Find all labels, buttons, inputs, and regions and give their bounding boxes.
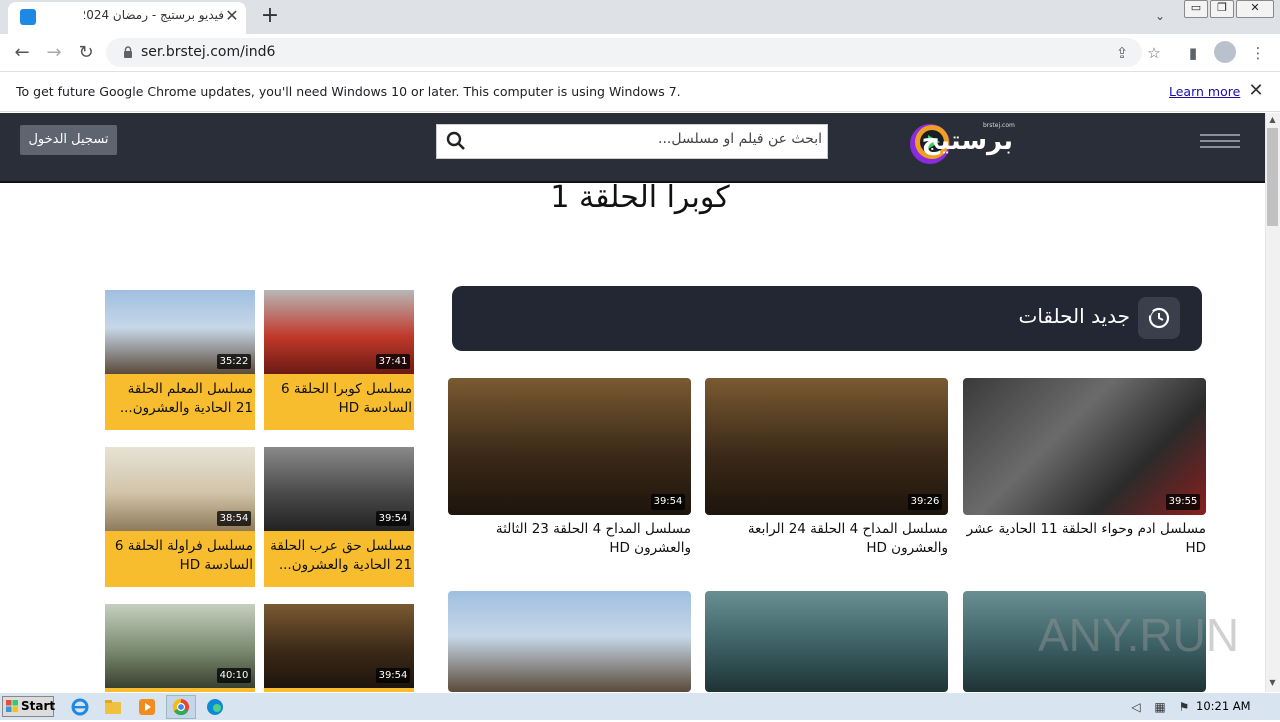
ie-icon[interactable] xyxy=(70,697,90,717)
learn-more-link[interactable]: Learn more xyxy=(1169,84,1240,100)
infobar-close-icon[interactable]: ✕ xyxy=(1246,81,1266,101)
sidebar-duration: 39:54 xyxy=(376,511,410,526)
sidebar-duration: 39:54 xyxy=(376,668,410,683)
share-icon[interactable]: ⇪ xyxy=(1112,44,1132,62)
back-arrow-icon[interactable]: ← xyxy=(10,42,34,64)
taskbar-clock: 10:21 AM xyxy=(1196,699,1251,713)
forward-arrow-icon[interactable]: → xyxy=(42,42,66,64)
episode-title-link[interactable]: مسلسل المداح 4 الحلقة 24 الرابعة والعشرو… xyxy=(705,520,948,560)
reload-icon[interactable]: ↻ xyxy=(74,42,98,64)
tab-search-chevron-icon[interactable]: ⌄ xyxy=(1150,6,1170,26)
tab-title: فيديو برستيج - رمضان 2024 xyxy=(84,8,224,22)
tab-close-icon[interactable]: ✕ xyxy=(222,6,242,26)
sidebar-duration: 40:10 xyxy=(217,668,251,683)
infobar-message: To get future Google Chrome updates, you… xyxy=(16,84,681,99)
minimize-button[interactable]: ▭ xyxy=(1184,0,1208,18)
episode-thumbnail[interactable] xyxy=(705,591,948,692)
more-menu-icon[interactable]: ⋮ xyxy=(1248,44,1268,62)
logo-domain: brstej.com xyxy=(983,122,1015,129)
sidebar-duration: 37:41 xyxy=(376,354,410,369)
hamburger-menu-icon[interactable] xyxy=(1200,134,1240,150)
profile-avatar-icon[interactable] xyxy=(1214,41,1236,63)
site-logo[interactable]: برستيج brstej.com xyxy=(908,118,1015,173)
sidebar-title-link[interactable]: مسلسل حق عرب الحلقة 21 الحادية والعشرون.… xyxy=(266,537,412,577)
episode-duration: 39:54 xyxy=(651,494,685,510)
episode-title-link[interactable]: مسلسل المداح 4 الحلقة 23 الثالثة والعشرو… xyxy=(448,520,691,560)
scroll-down-icon[interactable]: ▼ xyxy=(1265,676,1280,690)
anyrun-watermark: ANY.RUN xyxy=(1038,609,1240,661)
sidebar-duration: 35:22 xyxy=(217,354,251,369)
bookmark-star-icon[interactable]: ☆ xyxy=(1144,44,1164,62)
new-tab-button[interactable]: + xyxy=(258,4,282,28)
url-text[interactable]: ser.brstej.com/ind6 xyxy=(141,44,541,62)
volume-icon[interactable]: ◁ xyxy=(1128,700,1144,714)
media-player-icon[interactable] xyxy=(137,697,157,717)
windows-flag-icon xyxy=(6,700,18,712)
episode-duration: 39:26 xyxy=(908,494,942,510)
edge-icon[interactable] xyxy=(205,697,225,717)
scrollbar-thumb[interactable] xyxy=(1267,128,1278,226)
lock-icon xyxy=(124,46,132,58)
scroll-up-icon[interactable]: ▲ xyxy=(1265,113,1280,127)
sidebar-title-link[interactable]: مسلسل المعلم الحلقة 21 الحادية والعشرون.… xyxy=(107,380,253,420)
close-window-button[interactable]: ✕ xyxy=(1236,0,1274,18)
chrome-taskbar-button[interactable] xyxy=(166,695,196,719)
episode-thumbnail[interactable] xyxy=(448,591,691,692)
sidebar-duration: 38:54 xyxy=(217,511,251,526)
history-icon xyxy=(1138,297,1180,339)
search-placeholder: ابحث عن فيلم او مسلسل... xyxy=(658,131,822,147)
page-title: كوبرا الحلقة 1 xyxy=(550,180,730,215)
sidebar-title-link[interactable]: مسلسل فراولة الحلقة 6 السادسة HD xyxy=(107,537,253,577)
episode-title-link[interactable]: مسلسل ادم وحواء الحلقة 11 الحادية عشر HD xyxy=(963,520,1206,560)
episode-duration: 39:55 xyxy=(1166,494,1200,510)
network-icon[interactable]: ▦ xyxy=(1152,700,1168,714)
explorer-folder-icon[interactable] xyxy=(103,697,123,717)
action-center-flag-icon[interactable]: ⚑ xyxy=(1176,700,1192,714)
login-button[interactable]: تسجيل الدخول xyxy=(20,125,117,155)
side-panel-icon[interactable]: ▮ xyxy=(1183,44,1203,62)
restore-button[interactable]: ❐ xyxy=(1210,0,1234,18)
search-icon[interactable] xyxy=(446,131,466,151)
sidebar-title-link[interactable]: مسلسل كوبرا الحلقة 6 السادسة HD xyxy=(266,380,412,420)
section-title: جديد الحلقات xyxy=(1018,304,1130,328)
tab-favicon-icon xyxy=(20,9,36,25)
